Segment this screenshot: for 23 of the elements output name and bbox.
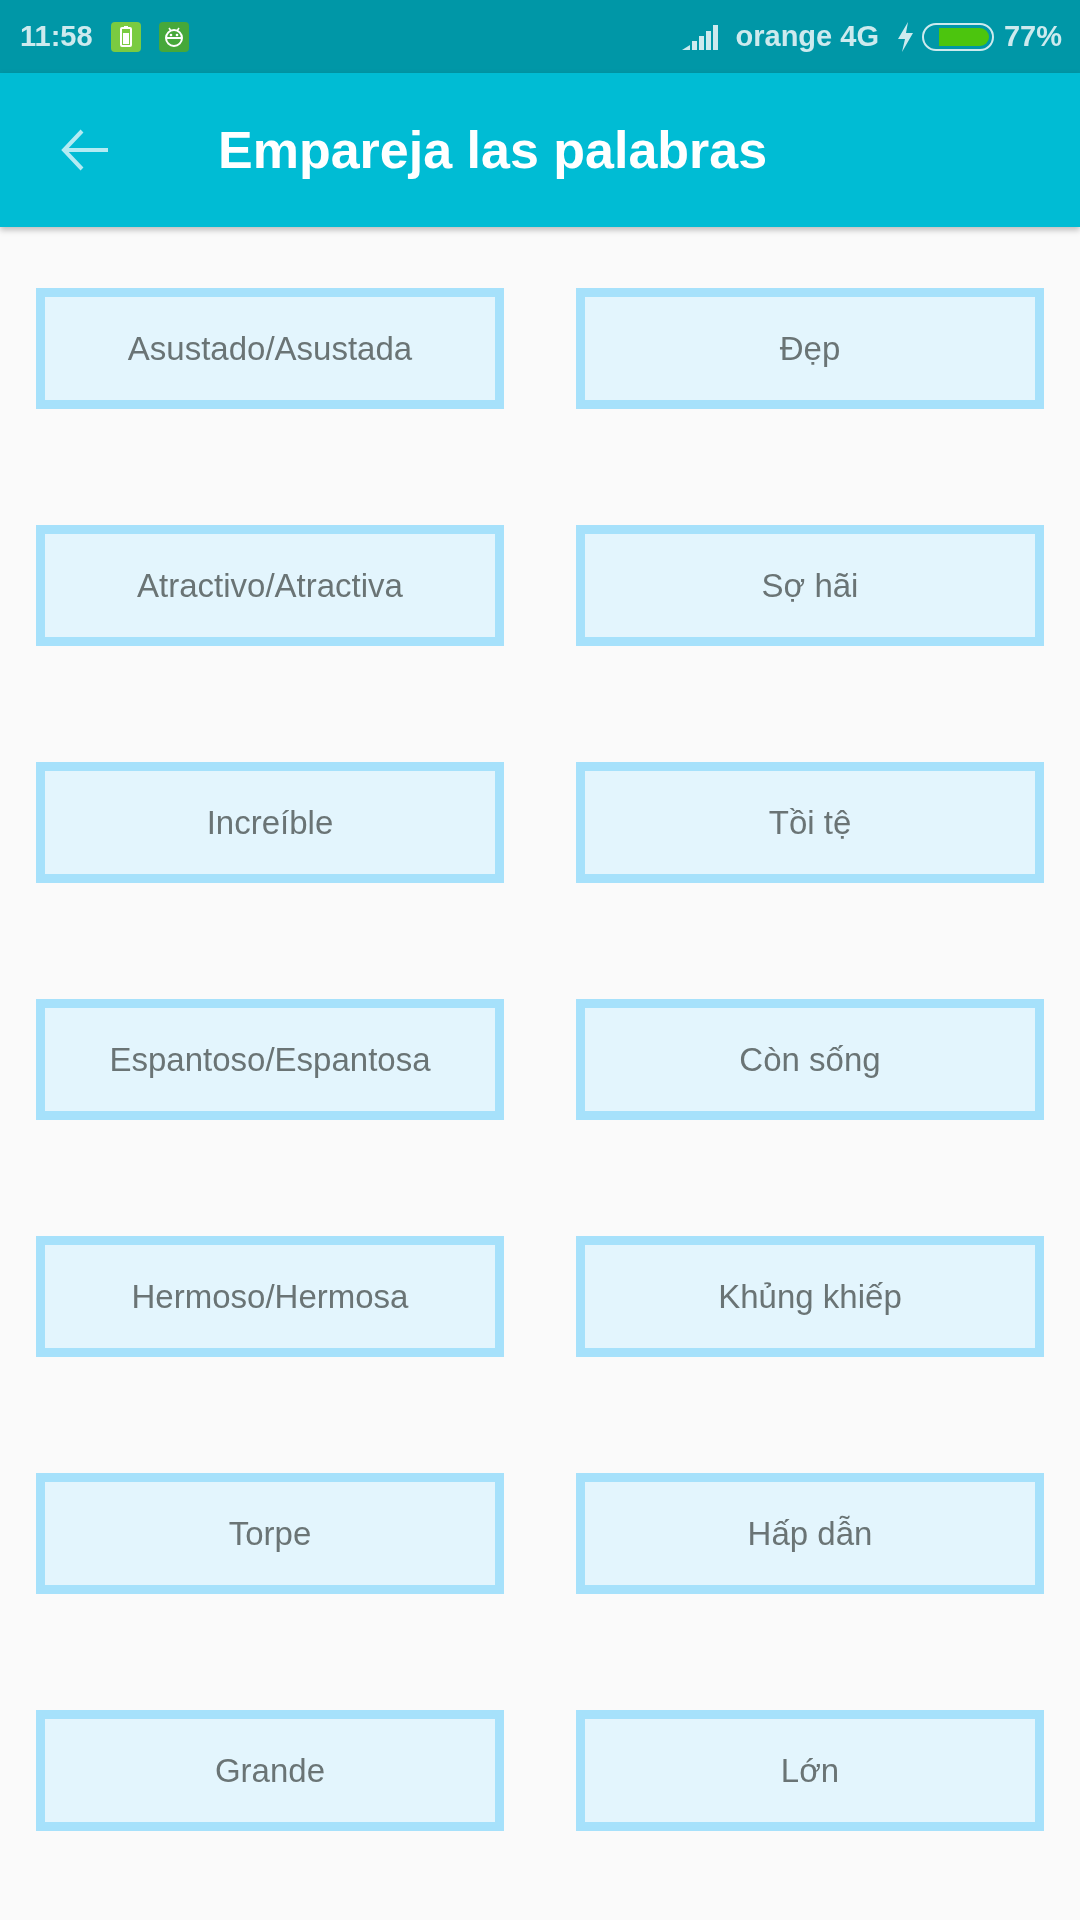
battery-percentage: 77%	[1003, 20, 1062, 53]
word-card[interactable]: Atractivo/Atractiva	[36, 525, 504, 646]
word-card[interactable]: Hermoso/Hermosa	[36, 1236, 504, 1357]
word-card[interactable]: Sợ hãi	[576, 525, 1044, 646]
word-card[interactable]: Asustado/Asustada	[36, 288, 504, 409]
word-card[interactable]: Khủng khiếp	[576, 1236, 1044, 1357]
battery-app-icon	[110, 21, 141, 52]
word-card[interactable]: Increíble	[36, 762, 504, 883]
android-robot-icon	[158, 21, 189, 52]
word-card[interactable]: Espantoso/Espantosa	[36, 999, 504, 1120]
charging-bolt-icon	[896, 21, 914, 52]
carrier-label: orange 4G	[735, 20, 879, 53]
battery-icon	[921, 22, 994, 51]
word-card[interactable]: Còn sống	[576, 999, 1044, 1120]
screen-title: Empareja las palabras	[218, 120, 768, 180]
word-card[interactable]: Grande	[36, 1710, 504, 1831]
word-card[interactable]: Torpe	[36, 1473, 504, 1594]
word-card[interactable]: Đẹp	[576, 288, 1044, 409]
word-card[interactable]: Lớn	[576, 1710, 1044, 1831]
clock-time: 11:58	[20, 20, 93, 53]
signal-strength-icon	[681, 23, 720, 50]
word-card[interactable]: Hấp dẫn	[576, 1473, 1044, 1594]
word-card[interactable]: Tồi tệ	[576, 762, 1044, 883]
